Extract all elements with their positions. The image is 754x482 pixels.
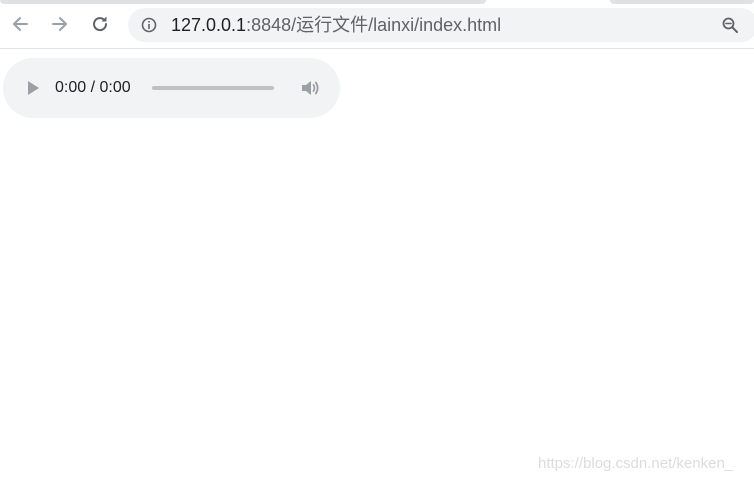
url-text[interactable]: 127.0.0.1:8848/运行文件/lainxi/index.html	[171, 15, 501, 35]
url-host: 127.0.0.1	[171, 15, 247, 35]
forward-button[interactable]	[48, 12, 72, 36]
zoom-icon[interactable]	[721, 16, 739, 34]
play-icon[interactable]	[23, 78, 43, 98]
tab-edge-left[interactable]	[0, 0, 486, 4]
audio-player[interactable]: 0:00 / 0:00	[3, 58, 340, 118]
volume-icon[interactable]	[299, 77, 321, 99]
arrow-left-icon	[13, 17, 28, 31]
info-icon[interactable]	[141, 17, 157, 33]
url-path: :8848/运行文件/lainxi/index.html	[246, 15, 502, 35]
arrow-right-icon	[52, 17, 67, 31]
tab-strip	[0, 0, 754, 4]
tab-edge-right[interactable]	[610, 0, 754, 4]
watermark-text: https://blog.csdn.net/kenken_	[538, 455, 734, 472]
reload-button[interactable]	[88, 12, 112, 36]
reload-icon	[93, 16, 108, 32]
address-bar[interactable]: 127.0.0.1:8848/运行文件/lainxi/index.html	[128, 8, 754, 42]
browser-toolbar: 127.0.0.1:8848/运行文件/lainxi/index.html	[0, 0, 754, 49]
back-button[interactable]	[8, 12, 32, 36]
time-display: 0:00 / 0:00	[55, 79, 131, 96]
progress-slider[interactable]	[152, 86, 274, 90]
